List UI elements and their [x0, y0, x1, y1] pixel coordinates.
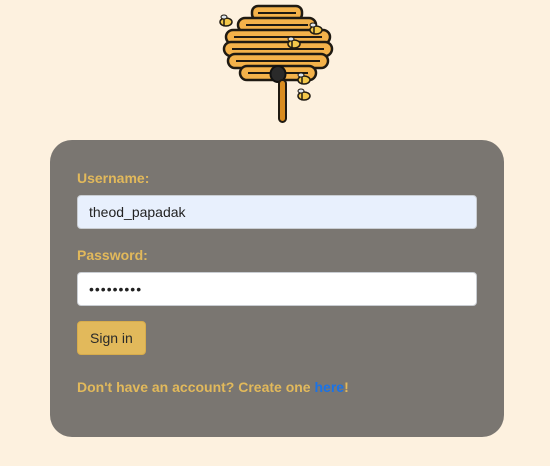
signup-prefix-text: Don't have an account? Create one: [77, 379, 315, 395]
password-field[interactable]: [77, 272, 477, 306]
beehive-icon: [219, 4, 334, 123]
signup-link[interactable]: here: [315, 379, 345, 395]
login-card: Username: Password: Sign in Don't have a…: [50, 140, 504, 437]
login-page: Username: Password: Sign in Don't have a…: [0, 0, 550, 466]
sign-in-button[interactable]: Sign in: [77, 321, 146, 355]
username-label: Username:: [77, 170, 150, 186]
username-field[interactable]: [77, 195, 477, 229]
signup-suffix-text: !: [344, 379, 349, 395]
password-label: Password:: [77, 247, 148, 263]
logo: [212, 0, 342, 128]
signup-prompt: Don't have an account? Create one here!: [77, 379, 477, 395]
